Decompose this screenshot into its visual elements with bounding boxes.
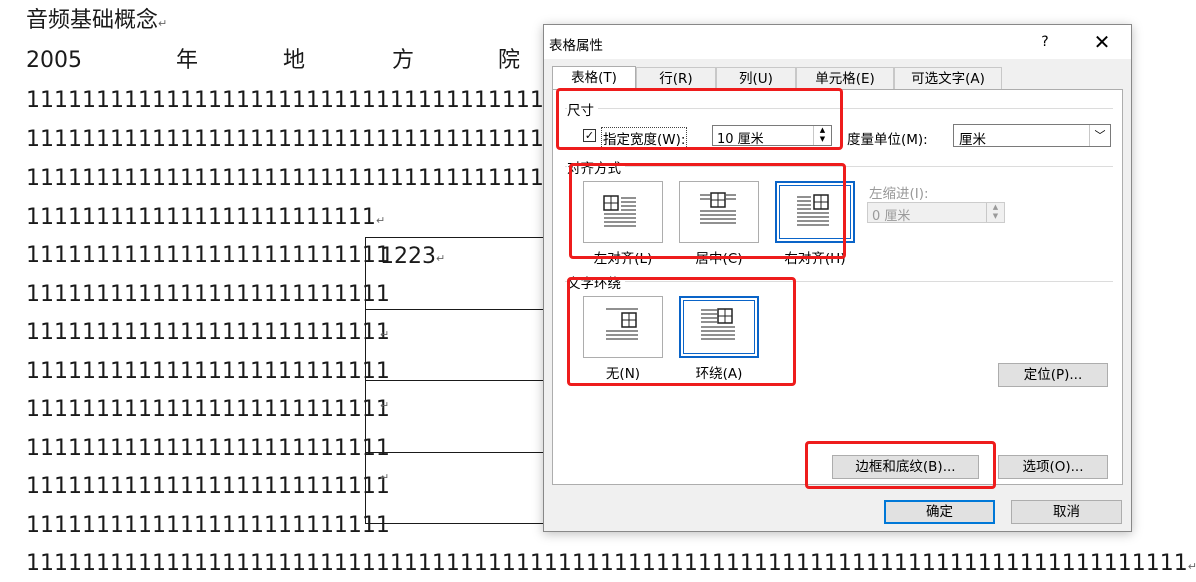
help-button[interactable]: ?: [1034, 31, 1056, 53]
text-line: 11111111111111111111111111: [26, 243, 390, 268]
table-cell[interactable]: 1223 ↵: [366, 238, 564, 310]
text-line: 11111111111111111111111111: [26, 282, 390, 307]
text-line: 11111111111111111111111111: [26, 359, 390, 384]
highlight-borders-button: [805, 441, 996, 489]
table-cell[interactable]: ↵: [366, 310, 564, 381]
highlight-wrap: [567, 277, 796, 386]
close-button[interactable]: ✕: [1090, 30, 1114, 54]
options-button[interactable]: 选项(O)...: [998, 455, 1108, 479]
text-line: 111111111111111111111111111111111111111: [26, 166, 572, 191]
chevron-down-icon[interactable]: ﹀: [1089, 125, 1110, 146]
indent-spinbox[interactable]: 0 厘米 ▲ ▼: [867, 202, 1005, 224]
indent-value: 0 厘米: [872, 209, 911, 224]
cancel-button[interactable]: 取消: [1011, 500, 1122, 524]
unit-label: 度量单位(M):: [847, 132, 928, 148]
tab-row[interactable]: 行(R): [636, 67, 716, 89]
ok-button[interactable]: 确定: [884, 500, 995, 524]
text-line: 11111111111111111111111111: [26, 320, 390, 345]
table-cell[interactable]: ↵: [366, 381, 564, 453]
text-line: 1111111111111111111111111111111111111111…: [26, 551, 1196, 576]
unit-select[interactable]: 厘米 ﹀: [953, 124, 1111, 148]
position-button[interactable]: 定位(P)...: [998, 363, 1108, 387]
tab-cell[interactable]: 单元格(E): [796, 67, 894, 89]
dialog-title: 表格属性: [549, 38, 603, 54]
text-line: 11111111111111111111111111: [26, 474, 390, 499]
document-table[interactable]: 1223 ↵ ↵ ↵ ↵: [365, 237, 565, 524]
text-line: 111111111111111111111111111111111111111: [26, 127, 572, 152]
indent-label: 左缩进(I):: [869, 186, 929, 202]
title-bar[interactable]: 表格属性 ? ✕: [544, 25, 1131, 59]
unit-value: 厘米: [959, 132, 986, 148]
text-line: 111111111111111111111111111111111111111: [26, 88, 572, 113]
text-line: 1111111111111111111111111↵: [26, 205, 386, 230]
text-line: 11111111111111111111111111: [26, 436, 390, 461]
tab-table[interactable]: 表格(T): [552, 66, 636, 90]
table-cell[interactable]: ↵: [366, 453, 564, 525]
text-line: 11111111111111111111111111: [26, 397, 390, 422]
tab-column[interactable]: 列(U): [716, 67, 796, 89]
doc-title: 音频基础概念↵: [26, 8, 168, 33]
spin-arrows[interactable]: ▲ ▼: [986, 203, 1004, 222]
highlight-size: [556, 88, 843, 150]
text-line: 11111111111111111111111111: [26, 513, 390, 538]
highlight-alignment: [569, 163, 846, 259]
tab-alt-text[interactable]: 可选文字(A): [894, 67, 1002, 89]
